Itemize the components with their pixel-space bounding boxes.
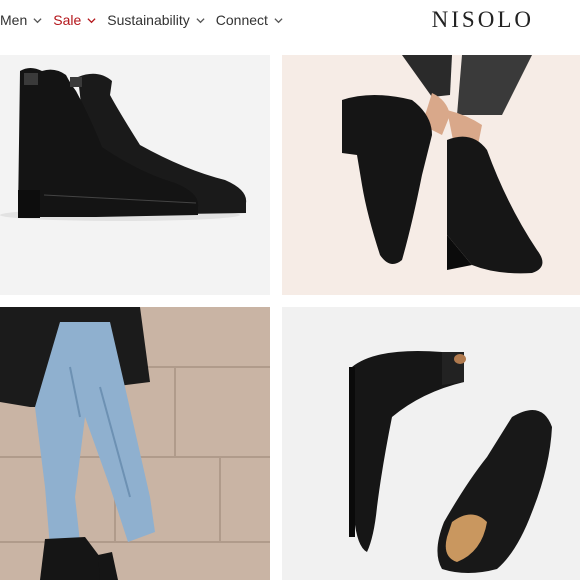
- model-feet-illustration: [342, 55, 543, 274]
- nav-item-sustainability[interactable]: Sustainability: [107, 12, 205, 28]
- model-street-illustration: [0, 307, 270, 580]
- boots-top-illustration: [349, 351, 552, 573]
- nav-item-label: Sale: [53, 12, 82, 28]
- product-image-model-feet[interactable]: [282, 55, 580, 295]
- header: Men Sale Sustainability Connect NISOLO: [0, 0, 580, 44]
- main-nav: Men Sale Sustainability Connect: [0, 12, 294, 28]
- chevron-down-icon: [274, 17, 283, 23]
- boots-side-illustration: [0, 68, 247, 221]
- nav-item-sale[interactable]: Sale: [53, 12, 96, 28]
- nav-item-label: Sustainability: [107, 12, 190, 28]
- nav-item-label: Men: [0, 12, 28, 28]
- brand-logo[interactable]: NISOLO: [432, 7, 534, 33]
- nav-item-men[interactable]: Men: [0, 12, 42, 28]
- nav-item-label: Connect: [215, 12, 268, 28]
- chevron-down-icon: [87, 17, 96, 23]
- product-image-model-street[interactable]: [0, 307, 270, 580]
- product-image-boots-side[interactable]: [0, 55, 270, 295]
- product-image-boots-top[interactable]: [282, 307, 580, 580]
- chevron-down-icon: [33, 17, 42, 23]
- chevron-down-icon: [196, 17, 205, 23]
- nav-item-connect[interactable]: Connect: [216, 12, 283, 28]
